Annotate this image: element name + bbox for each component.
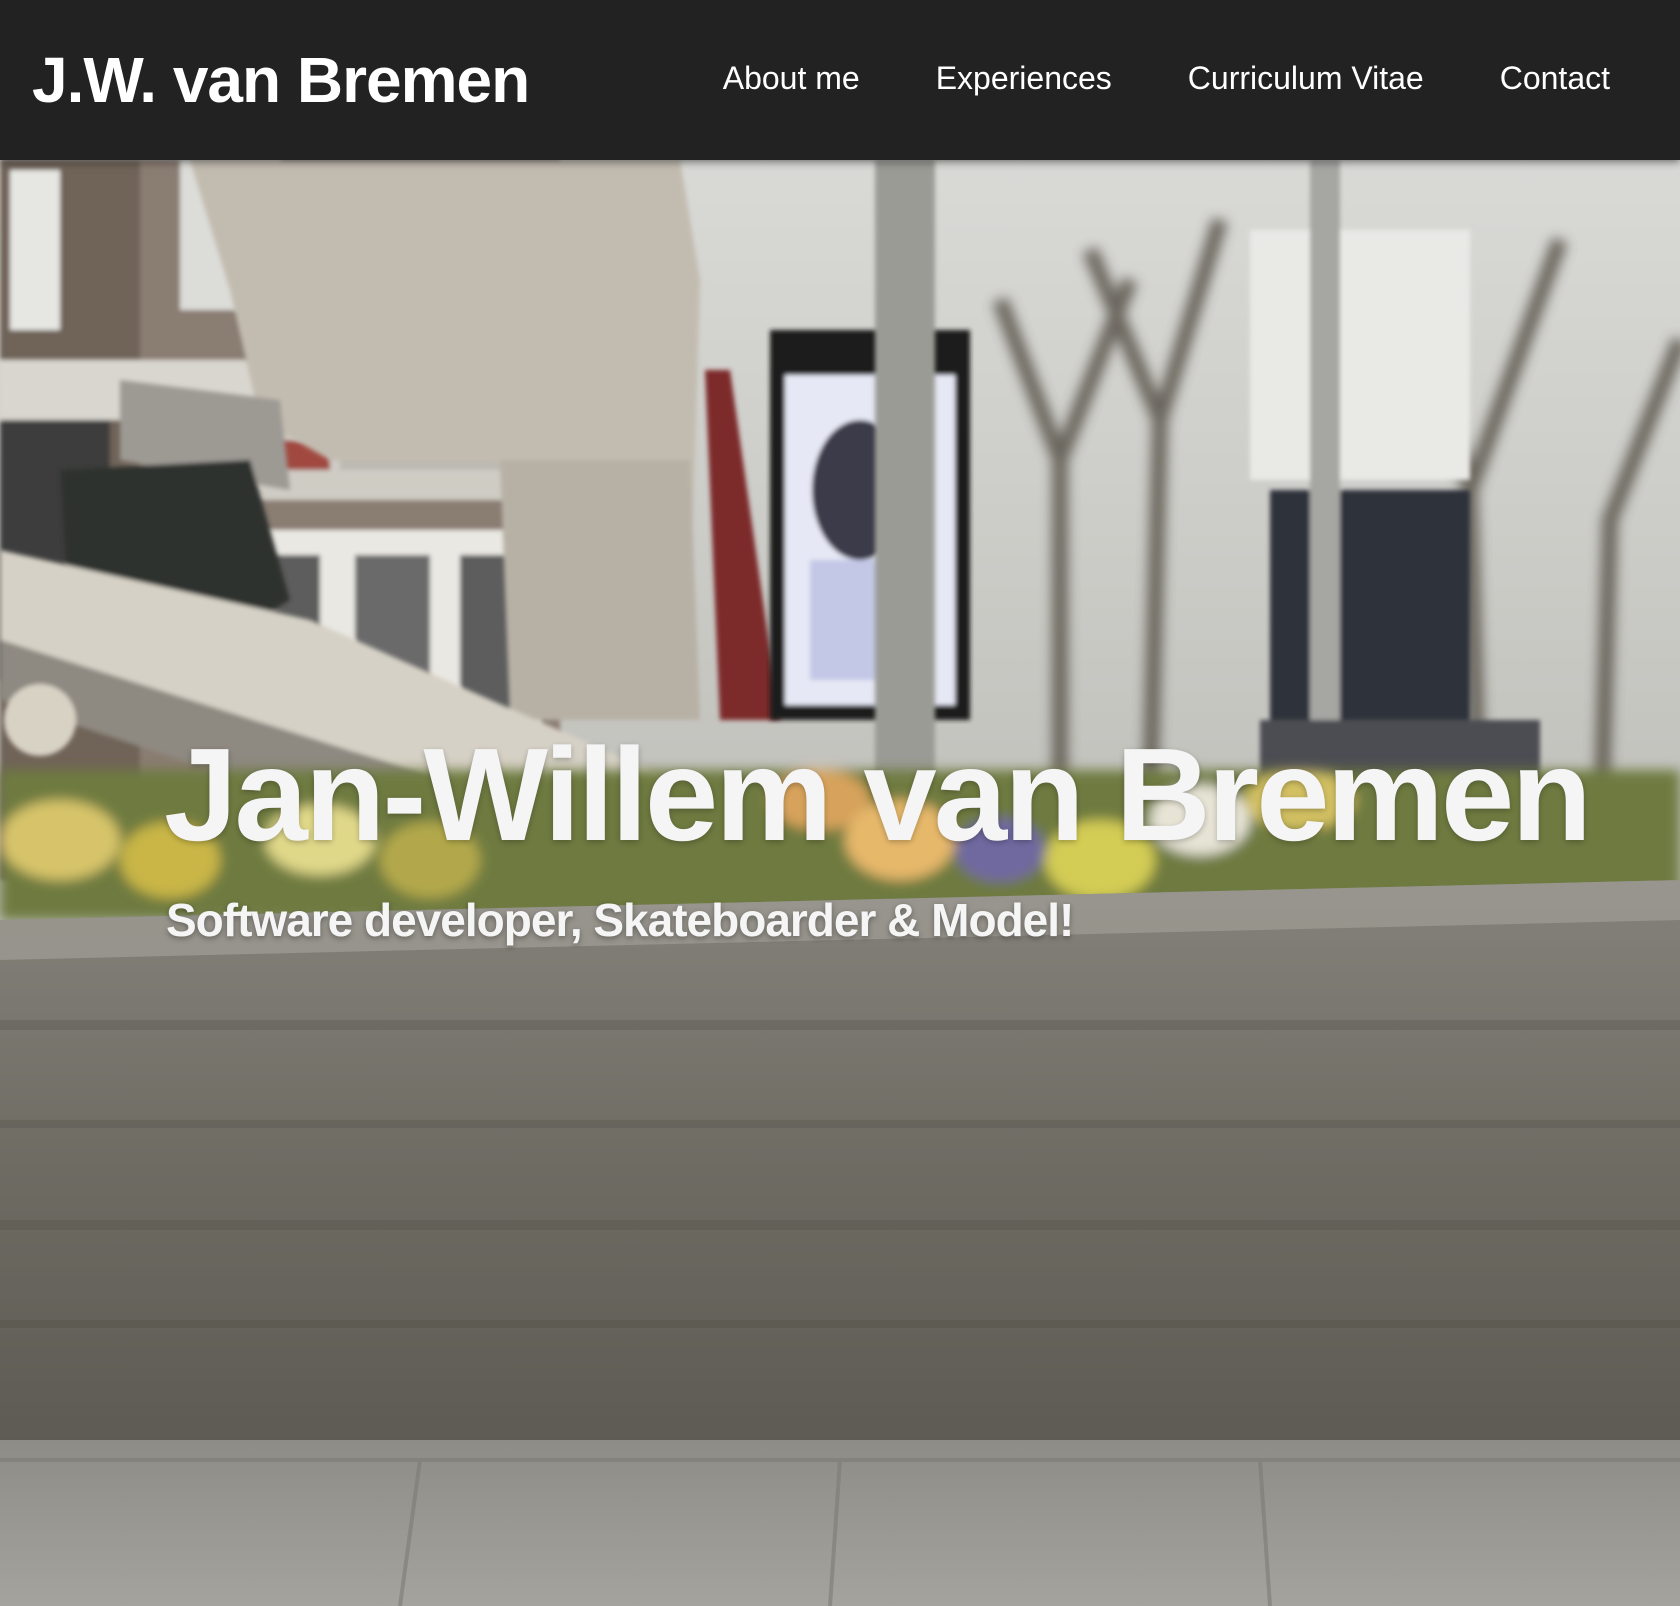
site-navbar: J.W. van Bremen About me Experiences Cur… (0, 0, 1680, 160)
hero-title: Jan-Willem van Bremen (164, 721, 1592, 868)
main-nav: About me Experiences Curriculum Vitae Co… (723, 56, 1610, 100)
nav-link-curriculum-vitae[interactable]: Curriculum Vitae (1188, 56, 1424, 100)
hero-background-video (0, 160, 1680, 1606)
hero-section: Jan-Willem van Bremen Software developer… (0, 160, 1680, 1606)
nav-link-contact[interactable]: Contact (1500, 56, 1610, 100)
hero-subtitle: Software developer, Skateboarder & Model… (166, 894, 1074, 946)
nav-link-experiences[interactable]: Experiences (936, 56, 1112, 100)
nav-link-about-me[interactable]: About me (723, 56, 860, 100)
site-brand-link[interactable]: J.W. van Bremen (32, 44, 530, 116)
